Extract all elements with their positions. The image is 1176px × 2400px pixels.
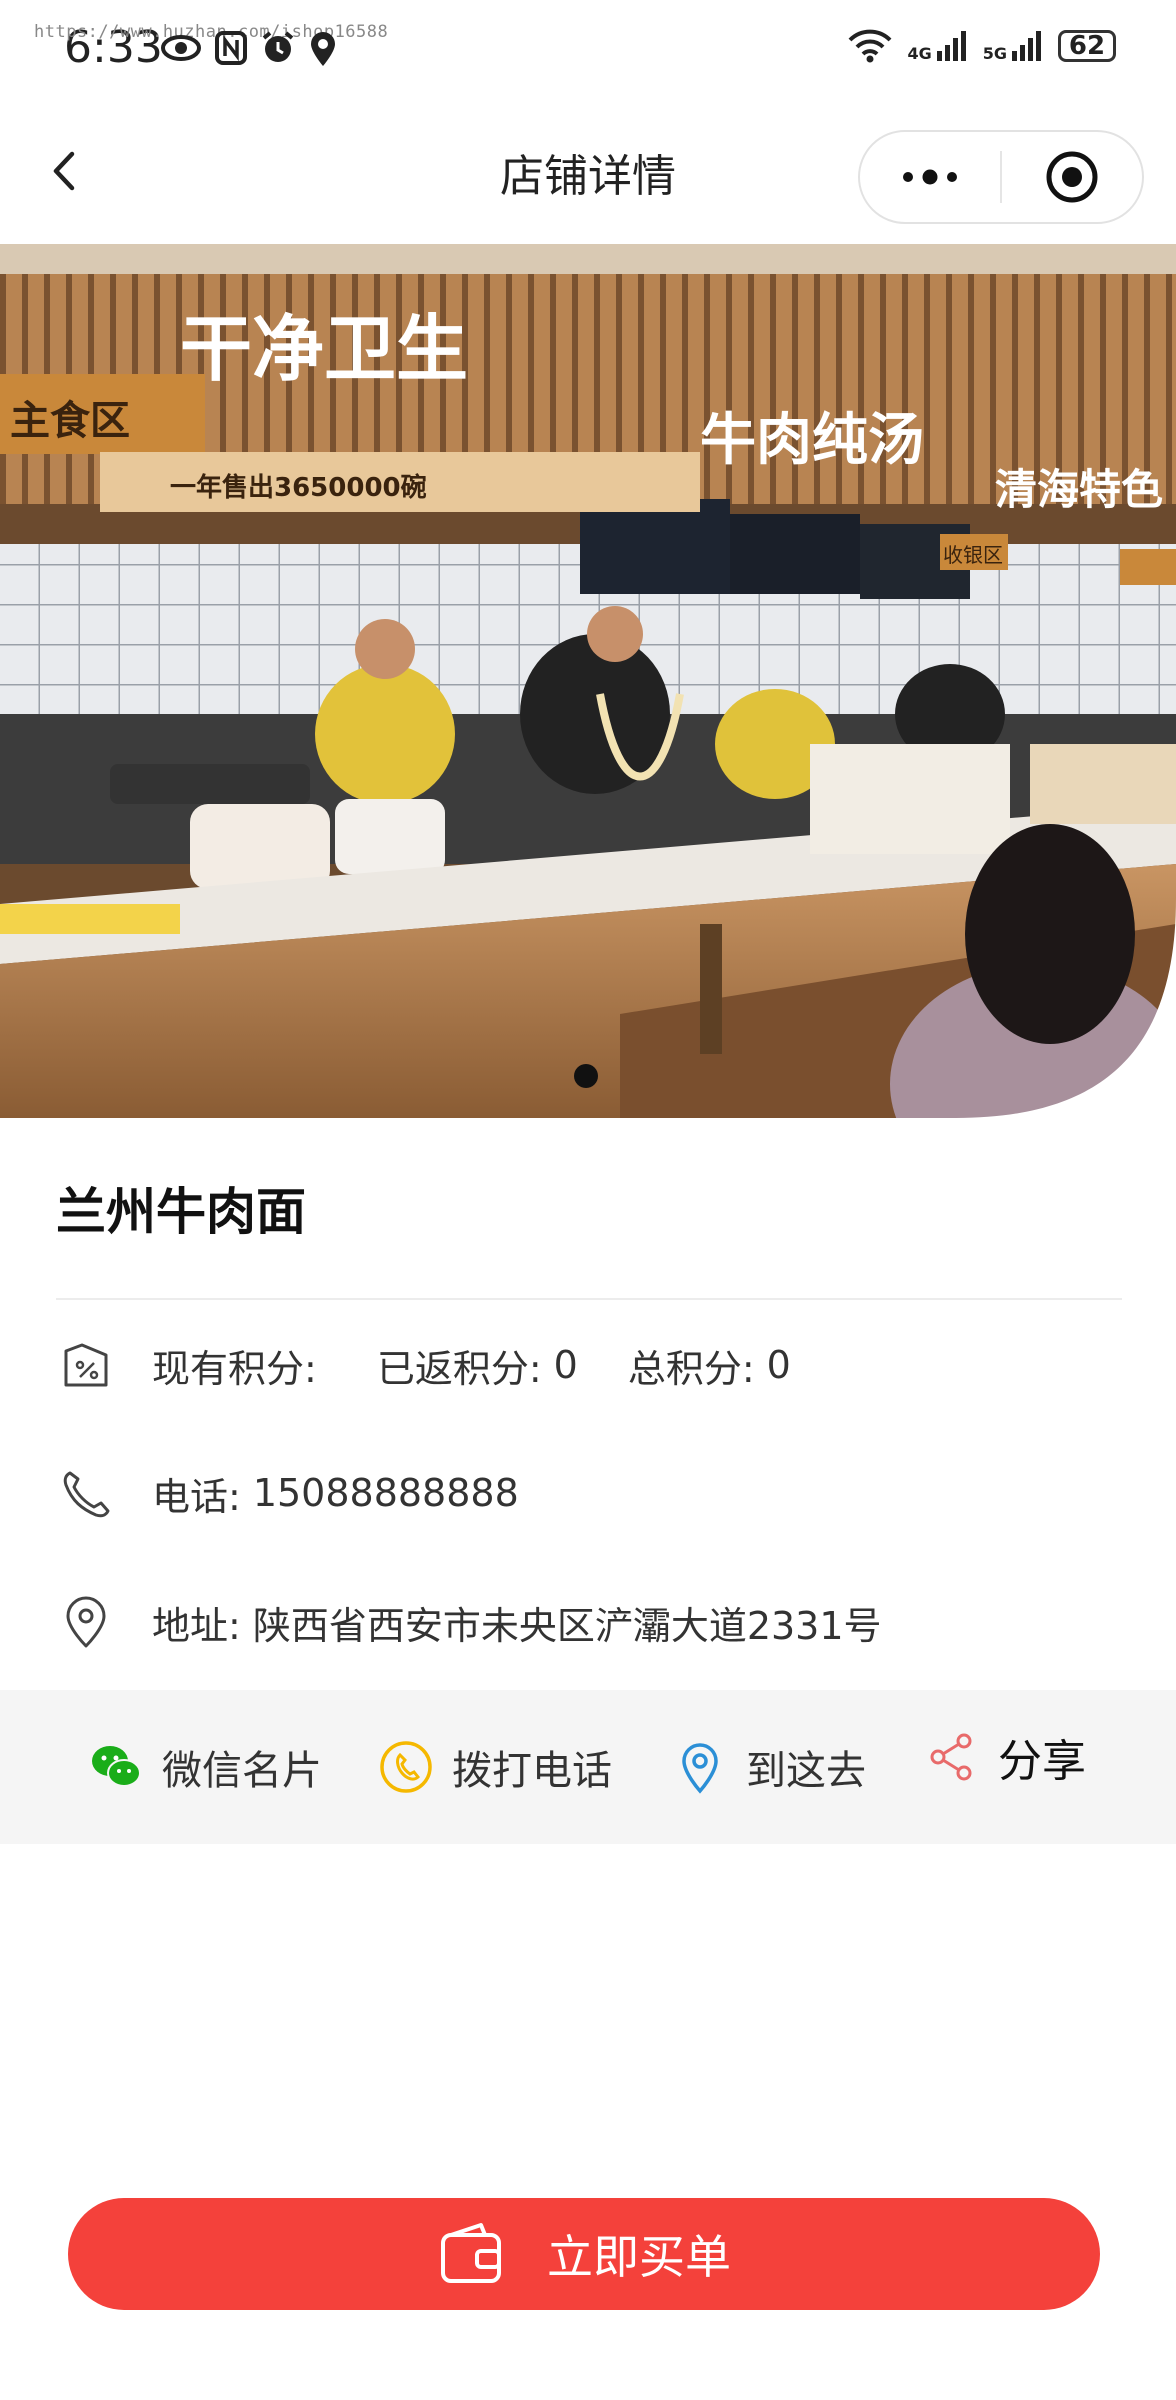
miniprogram-capsule — [858, 130, 1144, 224]
address-text: 陕西省西安市未央区浐灞大道2331号 — [252, 1603, 882, 1648]
signal-5g-icon: 5G — [983, 29, 1044, 63]
sign-text-qinghai: 清海特色 — [995, 465, 1163, 514]
address-label: 地址: — [152, 1603, 241, 1648]
location-pin-icon — [66, 1596, 106, 1648]
location-status-icon — [311, 32, 335, 66]
wechat-card-button[interactable]: 微信名片 — [88, 1690, 322, 1844]
sign-text-staple-area: 主食区 — [10, 398, 130, 444]
address-row[interactable]: 地址: 陕西省西安市未央区浐灞大道2331号 — [56, 1587, 882, 1657]
status-bar: 6:33 https://www.huzhan.com/ishop16588 4… — [0, 0, 1176, 100]
nfc-icon — [215, 31, 247, 65]
navigate-button[interactable]: 到这去 — [672, 1690, 866, 1844]
navigation-bar: 店铺详情 — [0, 100, 1176, 240]
share-button[interactable]: 分享 — [924, 1680, 1086, 1834]
phone-label: 电话: — [152, 1474, 241, 1519]
pay-now-button[interactable]: 立即买单 — [68, 2198, 1100, 2310]
action-bar: 微信名片 拨打电话 到这去 分享 — [0, 1690, 1176, 1844]
total-points-label: 总积分: — [627, 1346, 755, 1391]
status-icons-left — [160, 30, 338, 68]
signal-4g-icon: 4G — [907, 29, 968, 63]
wifi-icon — [849, 29, 892, 63]
returned-points-label: 已返积分: — [376, 1346, 542, 1391]
alarm-icon — [262, 31, 294, 62]
phone-icon — [63, 1471, 110, 1518]
sign-text-cashier: 收银区 — [943, 543, 1003, 567]
pay-now-label: 立即买单 — [547, 2230, 731, 2284]
sign-text-sold: 一年售出3650000碗 — [170, 472, 427, 503]
call-button[interactable]: 拨打电话 — [378, 1690, 612, 1844]
points-row: 现有积分: 已返积分: 0 总积分: 0 — [56, 1330, 791, 1400]
phone-row[interactable]: 电话: 15088888888 — [56, 1458, 519, 1528]
returned-points-value: 0 — [553, 1343, 578, 1387]
points-label: 现有积分: — [152, 1346, 317, 1391]
share-icon — [930, 1733, 972, 1781]
net-5g-label: 5G — [982, 44, 1007, 63]
wechat-card-label: 微信名片 — [162, 1748, 322, 1794]
battery-indicator: 62 — [1058, 30, 1116, 62]
status-icons-right: 4G 5G 62 — [847, 28, 1116, 64]
carousel-indicator-dot[interactable] — [574, 1064, 598, 1088]
wallet-icon — [441, 2223, 501, 2283]
shop-name: 兰州牛肉面 — [56, 1183, 306, 1241]
wechat-icon — [92, 1746, 141, 1787]
more-dots-icon — [903, 169, 957, 185]
photo-curved-corner — [956, 898, 1176, 1118]
shop-photo-carousel[interactable]: 干净卫生 牛肉纯汤 主食区 一年售出3650000碗 收银区 清海特色 — [0, 244, 1176, 1118]
eye-icon — [161, 35, 201, 61]
map-pin-icon — [682, 1743, 718, 1794]
close-miniprogram-button[interactable] — [1002, 132, 1142, 222]
call-label: 拨打电话 — [452, 1748, 612, 1794]
net-4g-label: 4G — [907, 44, 932, 63]
phone-number[interactable]: 15088888888 — [253, 1471, 519, 1515]
phone-call-icon — [380, 1741, 432, 1793]
section-divider — [56, 1298, 1122, 1300]
target-circle-icon — [1046, 151, 1098, 203]
more-button[interactable] — [860, 132, 1000, 222]
total-points-value: 0 — [766, 1343, 791, 1387]
sign-text-clean: 干净卫生 — [180, 307, 468, 391]
navigate-label: 到这去 — [746, 1748, 866, 1794]
share-label: 分享 — [998, 1736, 1086, 1787]
discount-tag-icon — [64, 1343, 108, 1387]
sign-text-beef-soup: 牛肉纯汤 — [700, 408, 924, 473]
